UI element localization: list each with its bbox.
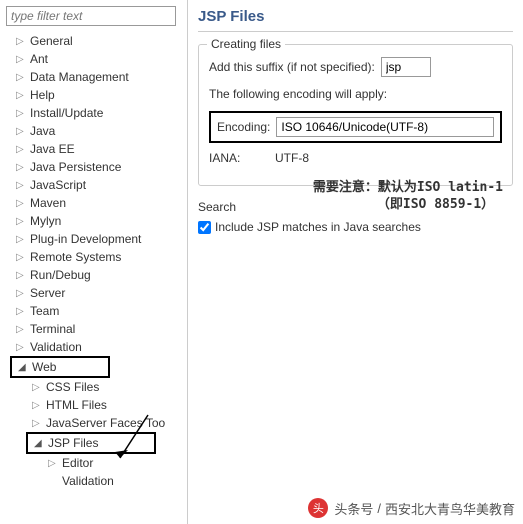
- chevron-right-icon: ▷: [16, 234, 26, 244]
- chevron-right-icon: ▷: [16, 198, 26, 208]
- chevron-right-icon: ▷: [16, 324, 26, 334]
- tree-item[interactable]: ▷ Editor: [4, 454, 183, 472]
- tree-item[interactable]: ▷ Ant: [4, 50, 183, 68]
- chevron-right-icon: ▷: [16, 306, 26, 316]
- watermark-prefix: 头条号: [334, 499, 373, 518]
- chevron-right-icon: ▷: [16, 216, 26, 226]
- chevron-down-icon: ◢: [34, 438, 44, 448]
- page-title: JSP Files: [198, 8, 513, 32]
- tree-item[interactable]: Validation: [4, 472, 183, 490]
- encoding-label: Encoding:: [217, 120, 270, 134]
- tree-label: Ant: [30, 52, 48, 66]
- chevron-down-icon: ◢: [18, 362, 28, 372]
- tree-item[interactable]: ▷ Validation: [4, 338, 183, 356]
- tree-item[interactable]: ▷ Terminal: [4, 320, 183, 338]
- chevron-right-icon: ▷: [16, 288, 26, 298]
- tree-label: General: [30, 34, 73, 48]
- tree-label: Terminal: [30, 322, 75, 336]
- tree-item-jsp-files[interactable]: ◢ JSP Files: [34, 434, 154, 452]
- highlight-box-web: ◢ Web: [10, 356, 110, 378]
- tree-label: Editor: [62, 456, 93, 470]
- chevron-right-icon: ▷: [16, 180, 26, 190]
- tree-label: Run/Debug: [30, 268, 91, 282]
- tree-label: Install/Update: [30, 106, 103, 120]
- tree-item[interactable]: ▷ Help: [4, 86, 183, 104]
- highlight-box-jsp: ◢ JSP Files: [26, 432, 156, 454]
- tree-item[interactable]: ▷ Mylyn: [4, 212, 183, 230]
- highlight-box-encoding: Encoding:: [209, 111, 502, 143]
- chevron-right-icon: ▷: [32, 400, 42, 410]
- chevron-right-icon: ▷: [16, 90, 26, 100]
- iana-value: UTF-8: [275, 151, 309, 165]
- tree-label: Web: [32, 360, 56, 374]
- tree-item[interactable]: ▷ Run/Debug: [4, 266, 183, 284]
- chevron-right-icon: ▷: [16, 270, 26, 280]
- tree-label: Maven: [30, 196, 66, 210]
- tree-label: JSP Files: [48, 436, 98, 450]
- chevron-right-icon: ▷: [16, 54, 26, 64]
- chevron-right-icon: ▷: [32, 382, 42, 392]
- encoding-note: The following encoding will apply:: [209, 87, 387, 101]
- encoding-select[interactable]: [276, 117, 494, 137]
- tree-item[interactable]: ▷ Install/Update: [4, 104, 183, 122]
- tree-label: Validation: [30, 340, 82, 354]
- chevron-right-icon: ▷: [16, 252, 26, 262]
- tree-label: JavaScript: [30, 178, 86, 192]
- preferences-tree: ▷ General ▷ Ant ▷ Data Management ▷ Help ▷ In…: [4, 32, 183, 490]
- tree-item[interactable]: ▷ Maven: [4, 194, 183, 212]
- suffix-label: Add this suffix (if not specified):: [209, 60, 375, 74]
- tree-item[interactable]: ▷ Java EE: [4, 140, 183, 158]
- chevron-right-icon: ▷: [16, 126, 26, 136]
- chevron-right-icon: ▷: [16, 162, 26, 172]
- tree-label: Java: [30, 124, 55, 138]
- chevron-right-icon: ▷: [16, 342, 26, 352]
- tree-item[interactable]: ▷ JavaScript: [4, 176, 183, 194]
- tree-label: HTML Files: [46, 398, 107, 412]
- tree-label: Help: [30, 88, 55, 102]
- group-legend: Creating files: [207, 37, 285, 51]
- tree-item[interactable]: ▷ Java Persistence: [4, 158, 183, 176]
- tree-item[interactable]: ▷ Remote Systems: [4, 248, 183, 266]
- tree-item[interactable]: ▷ Java: [4, 122, 183, 140]
- chevron-right-icon: ▷: [48, 458, 58, 468]
- watermark-name: 西安北大青鸟华美教育: [385, 499, 515, 518]
- tree-item[interactable]: ▷ HTML Files: [4, 396, 183, 414]
- tree-item[interactable]: ▷ Data Management: [4, 68, 183, 86]
- tree-label: CSS Files: [46, 380, 99, 394]
- filter-input[interactable]: [6, 6, 176, 26]
- iana-label: IANA:: [209, 151, 269, 165]
- include-jsp-checkbox[interactable]: [198, 221, 211, 234]
- annotation-text: 需要注意：默认为ISO latin-1 （即ISO 8859-1）: [313, 180, 503, 214]
- tree-label: Java EE: [30, 142, 75, 156]
- checkbox-label: Include JSP matches in Java searches: [215, 220, 421, 234]
- preferences-sidebar: ▷ General ▷ Ant ▷ Data Management ▷ Help ▷ In…: [0, 0, 188, 524]
- chevron-right-icon: ▷: [32, 418, 42, 428]
- tree-item[interactable]: ▷ General: [4, 32, 183, 50]
- tree-item-web[interactable]: ◢ Web: [18, 358, 108, 376]
- tree-label: Remote Systems: [30, 250, 121, 264]
- tree-label: Java Persistence: [30, 160, 121, 174]
- tree-item[interactable]: ▷ Server: [4, 284, 183, 302]
- tree-label: Server: [30, 286, 65, 300]
- chevron-right-icon: [48, 476, 58, 486]
- tree-item[interactable]: ▷ CSS Files: [4, 378, 183, 396]
- watermark: 头 头条号 / 西安北大青鸟华美教育: [308, 498, 515, 518]
- main-panel: JSP Files Creating files Add this suffix…: [188, 0, 523, 524]
- tree-label: Team: [30, 304, 59, 318]
- tree-item[interactable]: ▷ Plug-in Development: [4, 230, 183, 248]
- tree-label: Plug-in Development: [30, 232, 141, 246]
- chevron-right-icon: ▷: [16, 108, 26, 118]
- chevron-right-icon: ▷: [16, 36, 26, 46]
- tree-label: Validation: [62, 474, 114, 488]
- tree-label: Mylyn: [30, 214, 61, 228]
- chevron-right-icon: ▷: [16, 72, 26, 82]
- tree-item[interactable]: ▷ JavaServer Faces Too: [4, 414, 183, 432]
- chevron-right-icon: ▷: [16, 144, 26, 154]
- tree-label: Data Management: [30, 70, 129, 84]
- suffix-input[interactable]: [381, 57, 431, 77]
- tree-item[interactable]: ▷ Team: [4, 302, 183, 320]
- tree-label: JavaServer Faces Too: [46, 416, 165, 430]
- creating-files-group: Creating files Add this suffix (if not s…: [198, 44, 513, 186]
- watermark-logo-icon: 头: [308, 498, 328, 518]
